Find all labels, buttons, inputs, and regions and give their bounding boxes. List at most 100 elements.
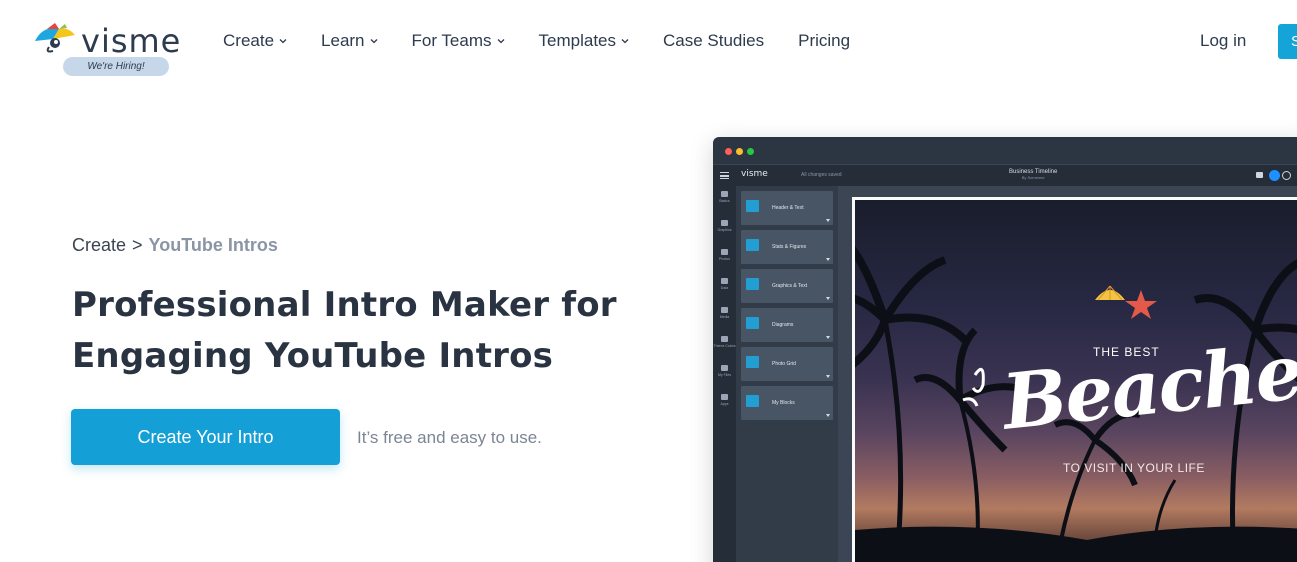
beach-sunset-scene: THE BEST Beaches TO VISIT IN YOUR LIFE [855, 200, 1297, 562]
breadcrumb-separator: > [132, 235, 143, 255]
editor-mockup-image: visme All changes saved Business Timelin… [713, 137, 1297, 562]
content-blocks-panel: Header & Text Stats & Figures Graphics &… [736, 186, 838, 562]
page-title: Professional Intro Maker for Engaging Yo… [72, 280, 632, 382]
block-label: Photo Grid [772, 361, 796, 367]
rail-label: Photos [719, 257, 730, 261]
block-stats-figures: Stats & Figures [741, 230, 833, 264]
editor-left-rail: Basics Graphics Photos Data Media Theme … [713, 186, 736, 562]
stats-block-icon [746, 239, 759, 251]
page-title-line-2: Engaging YouTube Intros [72, 336, 554, 376]
starfish-icon [1125, 290, 1157, 319]
rail-label: Theme Colors [713, 344, 736, 348]
window-dot-close [725, 148, 732, 155]
block-label: Diagrams [772, 322, 794, 328]
nav-label: Learn [321, 31, 365, 50]
header-block-icon [746, 200, 759, 212]
rail-item-data: Data [713, 278, 736, 302]
create-your-intro-button[interactable]: Create Your Intro [71, 409, 340, 465]
wave-splash-icon [962, 367, 985, 407]
window-dot-maximize [747, 148, 754, 155]
rail-item-basics: Basics [713, 191, 736, 215]
photo-icon [721, 249, 728, 255]
nav-label: Pricing [798, 31, 851, 50]
nav-item-case-studies[interactable]: Case Studies [663, 31, 764, 51]
apps-icon [721, 394, 728, 400]
graphics-icon [721, 220, 728, 226]
rail-label: Media [719, 315, 730, 319]
nav-item-create[interactable]: Create [223, 31, 287, 51]
block-label: Stats & Figures [772, 244, 807, 250]
window-controls [725, 148, 758, 155]
rail-item-graphics: Graphics [713, 220, 736, 244]
chevron-down-icon [497, 39, 504, 44]
rail-label: Basics [719, 199, 730, 203]
chevron-down-icon [826, 258, 830, 261]
editor-canvas-area: THE BEST Beaches TO VISIT IN YOUR LIFE [838, 186, 1297, 562]
signup-button[interactable]: S [1278, 24, 1297, 59]
block-graphics-text: Graphics & Text [741, 269, 833, 303]
editor-canvas: THE BEST Beaches TO VISIT IN YOUR LIFE [852, 197, 1297, 562]
block-my-blocks: My Blocks [741, 386, 833, 420]
nav-item-pricing[interactable]: Pricing [798, 31, 850, 51]
add-collaborator-icon [1282, 171, 1291, 180]
editor-topbar: visme All changes saved Business Timelin… [713, 164, 1297, 186]
chevron-down-icon [826, 219, 830, 222]
breadcrumb-root[interactable]: Create [72, 235, 126, 255]
rail-item-apps: Apps [713, 394, 736, 418]
nav-label: For Teams [411, 31, 492, 50]
canvas-heading-bottom: TO VISIT IN YOUR LIFE [1063, 461, 1205, 475]
saved-status: All changes saved [801, 172, 842, 178]
chevron-down-icon [370, 39, 377, 44]
block-photo-grid: Photo Grid [741, 347, 833, 381]
visme-logo[interactable]: visme We're Hiring! [33, 20, 193, 80]
shapes-icon [721, 191, 728, 197]
comment-icon [1256, 172, 1263, 178]
rail-label: My Files [717, 373, 732, 377]
my-blocks-icon [746, 395, 759, 407]
block-header-text: Header & Text [741, 191, 833, 225]
rail-label: Graphics [717, 228, 732, 232]
nav-item-learn[interactable]: Learn [321, 31, 377, 51]
login-link[interactable]: Log in [1200, 31, 1246, 51]
rail-item-theme-colors: Theme Colors [713, 336, 736, 360]
page-title-line-1: Professional Intro Maker for [72, 285, 617, 325]
photo-grid-block-icon [746, 356, 759, 368]
rail-item-photos: Photos [713, 249, 736, 273]
chevron-down-icon [279, 39, 287, 44]
seashell-icon [1095, 285, 1125, 301]
block-diagrams: Diagrams [741, 308, 833, 342]
rail-label: Data [720, 286, 729, 290]
hiring-badge[interactable]: We're Hiring! [63, 57, 169, 76]
editor-logo: visme [741, 169, 768, 179]
avatar [1269, 170, 1280, 181]
cta-note: It’s free and easy to use. [357, 428, 542, 447]
diagram-block-icon [746, 317, 759, 329]
files-icon [721, 365, 728, 371]
rail-item-my-files: My Files [713, 365, 736, 389]
nav-label: Templates [538, 31, 616, 50]
rail-label: Apps [720, 402, 729, 406]
logo-wordmark: visme [81, 22, 182, 60]
main-nav: Create Learn For Teams Templates Case St… [223, 31, 884, 51]
palette-icon [721, 336, 728, 342]
graphics-block-icon [746, 278, 759, 290]
breadcrumb-current: YouTube Intros [148, 235, 278, 255]
hamburger-menu-icon [720, 172, 729, 179]
block-label: Header & Text [772, 205, 804, 211]
media-icon [721, 307, 728, 313]
document-title: Business Timeline By Someone [1009, 169, 1057, 181]
nav-label: Create [223, 31, 275, 50]
chevron-down-icon [621, 39, 629, 44]
nav-label: Case Studies [663, 31, 765, 50]
window-dot-minimize [736, 148, 743, 155]
rail-item-media: Media [713, 307, 736, 331]
block-label: My Blocks [772, 400, 795, 406]
nav-item-templates[interactable]: Templates [539, 31, 629, 51]
chart-icon [721, 278, 728, 284]
document-owner: By Someone [1021, 175, 1045, 180]
visme-logo-mark-icon [35, 23, 75, 53]
chevron-down-icon [826, 336, 830, 339]
block-label: Graphics & Text [772, 283, 808, 289]
breadcrumb: Create > YouTube Intros [72, 235, 278, 256]
nav-item-for-teams[interactable]: For Teams [412, 31, 505, 51]
